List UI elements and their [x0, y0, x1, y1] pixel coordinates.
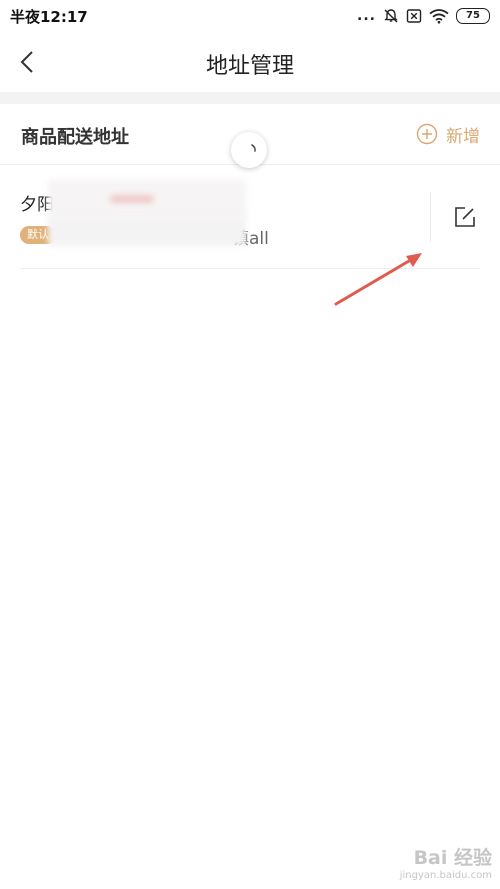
more-notifications-icon: ... [357, 8, 376, 24]
app-header: 地址管理 [0, 32, 500, 92]
status-time: 半夜12:17 [10, 8, 88, 26]
bell-muted-icon [384, 9, 398, 23]
spinner-icon [251, 144, 256, 152]
wifi-icon [429, 9, 449, 24]
redacted-highlight [110, 195, 154, 203]
status-icons: ... 75 [357, 6, 490, 26]
section-separator [0, 92, 500, 104]
add-address-button[interactable]: 新增 [416, 120, 480, 148]
watermark-logo: Bai 经验 [413, 847, 492, 869]
loading-spinner [231, 132, 267, 168]
battery-indicator: 75 [456, 8, 490, 24]
watermark-url: jingyan.baidu.com [399, 870, 492, 881]
edit-address-icon[interactable] [452, 204, 478, 230]
add-address-label: 新增 [446, 126, 480, 147]
plus-circle-icon [416, 123, 438, 145]
annotation-arrow [334, 253, 422, 306]
redacted-address [48, 216, 246, 246]
sim-off-icon [406, 9, 422, 23]
item-divider [430, 192, 431, 242]
status-bar: 半夜12:17 ... 75 [0, 0, 500, 32]
section-title: 商品配送地址 [21, 127, 129, 148]
page-title: 地址管理 [205, 54, 294, 79]
baidu-watermark: Bai 经验 jingyan.baidu.com [400, 843, 492, 881]
